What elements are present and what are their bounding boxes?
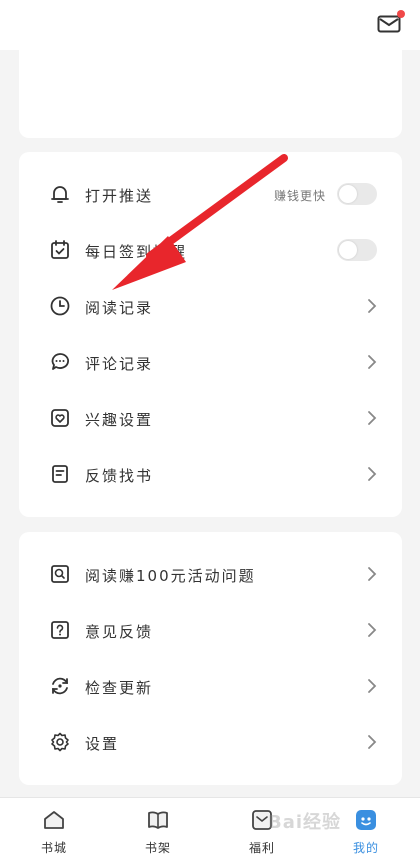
notification-dot [397, 10, 405, 18]
check-update-row[interactable]: 检查更新 [19, 659, 402, 715]
profile-icon [354, 808, 378, 832]
push-notification-row: 打开推送 赚钱更快 [19, 167, 402, 223]
toggle-knob [339, 185, 357, 203]
help-group: 阅读赚100元活动问题 意见反馈 检查更新 设置 [19, 532, 402, 785]
question-icon [49, 619, 71, 641]
tab-bookstore-label: 书城 [40, 841, 67, 855]
toggle-knob [339, 241, 357, 259]
chevron-right-icon [366, 353, 378, 371]
tab-welfare[interactable]: 福利 [222, 798, 302, 861]
chevron-right-icon [366, 733, 378, 751]
find-book-feedback-row[interactable]: 反馈找书 [19, 447, 402, 503]
tab-bookshelf[interactable]: 书架 [118, 798, 198, 861]
feedback-book-icon [49, 463, 71, 485]
chevron-right-icon [366, 297, 378, 315]
activity-faq-label: 阅读赚100元活动问题 [85, 566, 256, 585]
check-update-label: 检查更新 [85, 678, 154, 697]
comment-history-label: 评论记录 [85, 354, 154, 373]
reading-history-row[interactable]: 阅读记录 [19, 279, 402, 335]
settings-group: 打开推送 赚钱更快 每日签到提醒 阅读记录 评论记录 兴趣设置 反馈找书 [19, 152, 402, 517]
search-doc-icon [49, 563, 71, 585]
bottom-nav: 书城 书架 福利 我的 [0, 797, 420, 861]
clock-icon [49, 295, 71, 317]
profile-card [19, 50, 402, 138]
tab-welfare-label: 福利 [248, 841, 275, 855]
chevron-right-icon [366, 409, 378, 427]
push-notification-toggle[interactable] [337, 183, 377, 205]
settings-row[interactable]: 设置 [19, 715, 402, 771]
gift-icon [250, 808, 274, 832]
home-icon [42, 808, 66, 832]
activity-faq-row[interactable]: 阅读赚100元活动问题 [19, 547, 402, 603]
interest-settings-row[interactable]: 兴趣设置 [19, 391, 402, 447]
interest-settings-label: 兴趣设置 [85, 410, 154, 429]
calendar-check-icon [49, 239, 71, 261]
book-icon [146, 808, 170, 832]
tab-mine[interactable]: 我的 [326, 798, 406, 861]
chevron-right-icon [366, 677, 378, 695]
top-bar [0, 0, 420, 50]
push-notification-label: 打开推送 [85, 186, 154, 205]
chevron-right-icon [366, 621, 378, 639]
feedback-row[interactable]: 意见反馈 [19, 603, 402, 659]
checkin-reminder-toggle[interactable] [337, 239, 377, 261]
find-book-feedback-label: 反馈找书 [85, 466, 154, 485]
comment-icon [49, 351, 71, 373]
refresh-icon [49, 675, 71, 697]
tab-bookshelf-label: 书架 [144, 841, 171, 855]
gear-icon [49, 731, 71, 753]
checkin-reminder-label: 每日签到提醒 [85, 242, 188, 261]
settings-label: 设置 [85, 734, 120, 753]
tab-mine-label: 我的 [352, 841, 379, 855]
comment-history-row[interactable]: 评论记录 [19, 335, 402, 391]
bell-icon [49, 183, 71, 205]
heart-icon [49, 407, 71, 429]
feedback-label: 意见反馈 [85, 622, 154, 641]
push-hint-text: 赚钱更快 [273, 188, 326, 203]
tab-bookstore[interactable]: 书城 [14, 798, 94, 861]
chevron-right-icon [366, 465, 378, 483]
chevron-right-icon [366, 565, 378, 583]
mail-icon[interactable] [377, 10, 405, 34]
checkin-reminder-row: 每日签到提醒 [19, 223, 402, 279]
reading-history-label: 阅读记录 [85, 298, 154, 317]
